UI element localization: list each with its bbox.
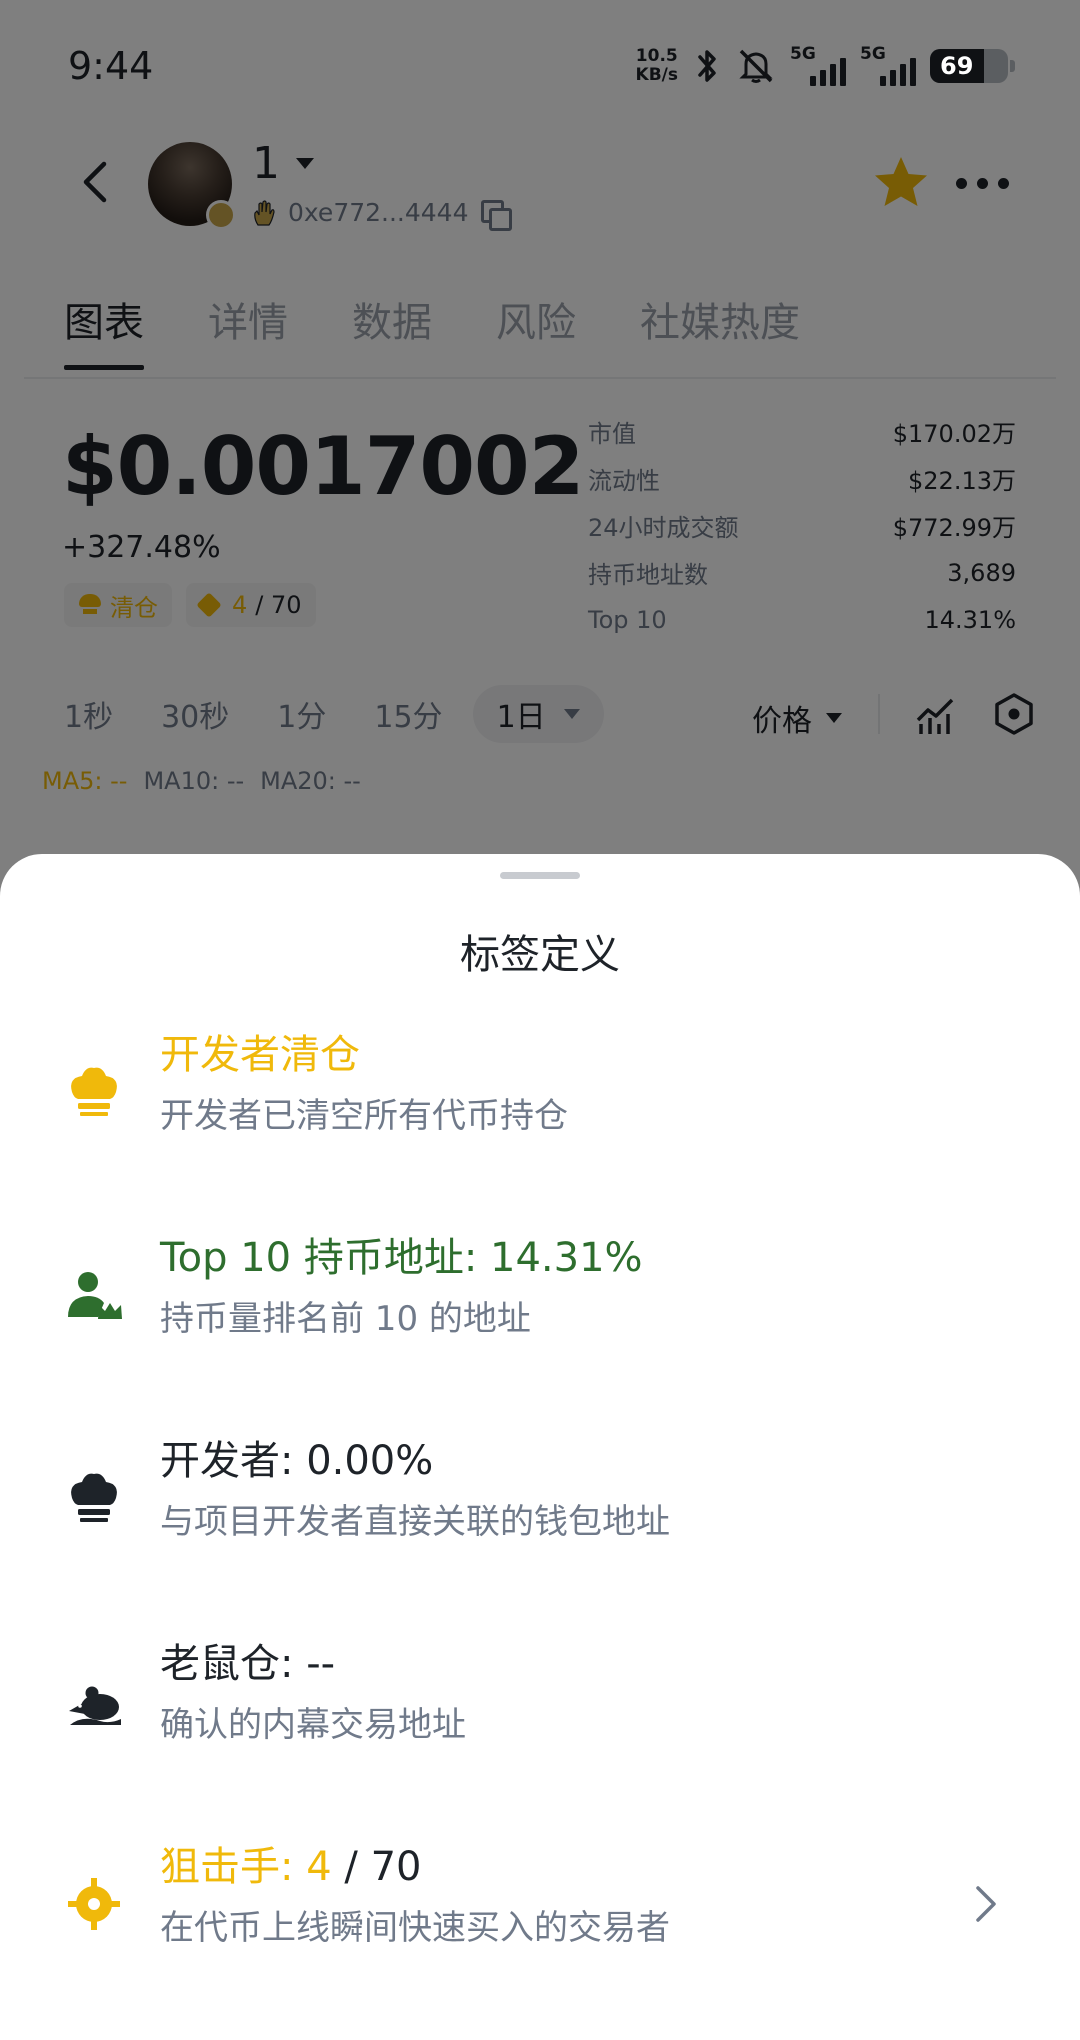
chef-hat-icon bbox=[71, 1067, 117, 1116]
chef-hat-icon bbox=[71, 1473, 117, 1522]
crosshair-icon bbox=[68, 1878, 120, 1930]
def-item-dev-clear: 开发者清仓 开发者已清空所有代币持仓 bbox=[0, 1022, 1080, 1172]
battery-level: 69 bbox=[940, 52, 974, 80]
def-desc: 在代币上线瞬间快速买入的交易者 bbox=[160, 1908, 670, 1948]
rat-icon bbox=[69, 1686, 121, 1725]
sniper-count: 4 bbox=[306, 1844, 332, 1890]
def-item-rat: 老鼠仓: -- 确认的内幕交易地址 bbox=[0, 1631, 1080, 1781]
def-desc: 确认的内幕交易地址 bbox=[160, 1705, 466, 1745]
app-page: 9:44 10.5 KB/s 5G 5G bbox=[0, 0, 1080, 2040]
sheet-title: 标签定义 bbox=[460, 932, 620, 978]
def-desc: 开发者已清空所有代币持仓 bbox=[160, 1096, 568, 1136]
def-item-sniper[interactable]: 狙击手: 4 / 70 在代币上线瞬间快速买入的交易者 bbox=[0, 1834, 1080, 1984]
def-title: 开发者: 0.00% bbox=[160, 1438, 434, 1484]
def-item-top10: Top 10 持币地址: 14.31% 持币量排名前 10 的地址 bbox=[0, 1225, 1080, 1375]
def-title: Top 10 持币地址: 14.31% bbox=[160, 1235, 643, 1281]
def-title: 开发者清仓 bbox=[160, 1032, 360, 1078]
chevron-right-icon[interactable] bbox=[974, 1884, 998, 1924]
def-title: 狙击手: 4 / 70 bbox=[160, 1834, 421, 1892]
user-crown-icon bbox=[68, 1272, 122, 1319]
def-desc: 持币量排名前 10 的地址 bbox=[160, 1299, 531, 1339]
sniper-total: / 70 bbox=[331, 1844, 422, 1890]
sheet-drag-handle[interactable] bbox=[500, 872, 580, 879]
def-desc: 与项目开发者直接关联的钱包地址 bbox=[160, 1502, 670, 1542]
tag-definition-sheet: 标签定义 开发者清仓 开发者已清空所有代币持仓 Top 10 持币地址: 14.… bbox=[0, 854, 1080, 2040]
def-title: 老鼠仓: -- bbox=[160, 1641, 336, 1687]
sniper-prefix: 狙击手: bbox=[160, 1844, 307, 1890]
def-item-developer: 开发者: 0.00% 与项目开发者直接关联的钱包地址 bbox=[0, 1428, 1080, 1578]
